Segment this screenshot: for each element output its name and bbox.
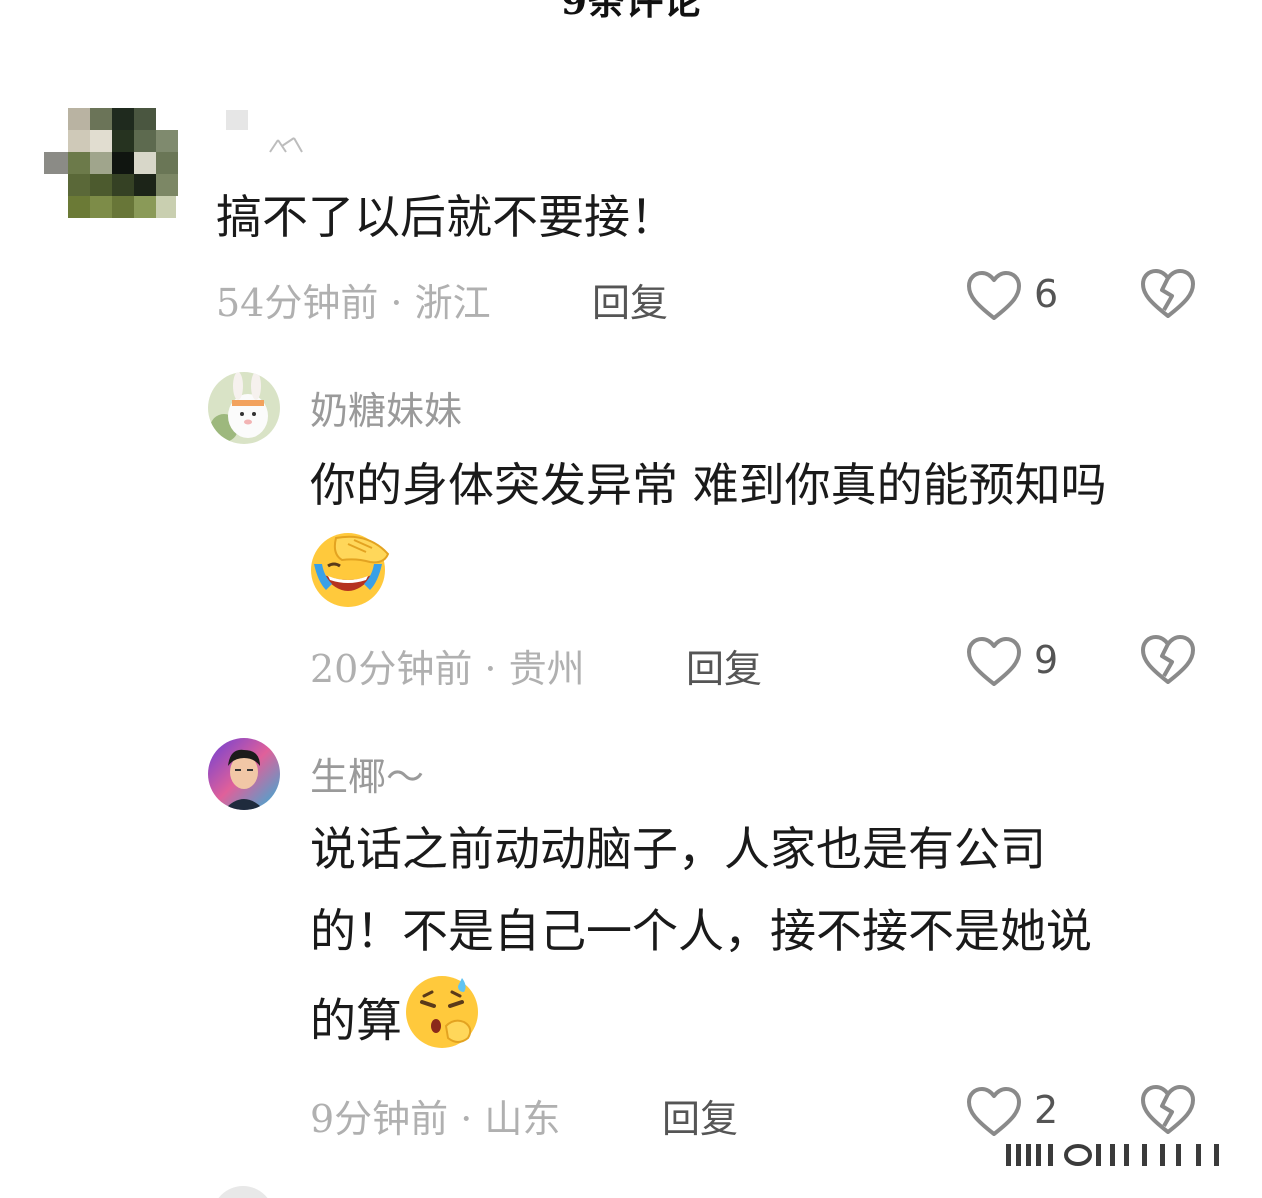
reply-button[interactable]: 回复 <box>686 638 762 693</box>
avatar[interactable] <box>208 738 280 810</box>
comment-1: 搞不了以后就不要接！ 54分钟前 · 浙江 回复 6 <box>0 100 1262 340</box>
avatar[interactable] <box>208 372 280 444</box>
comment-text-tail: 的算 <box>310 993 402 1048</box>
heart-icon <box>967 637 1021 686</box>
comment-text: 你的身体突发异常 难到你真的能预知吗 <box>310 458 1107 512</box>
reply-button[interactable]: 回复 <box>662 1088 738 1143</box>
watermark <box>1000 1138 1240 1172</box>
like-count: 9 <box>1034 638 1059 682</box>
comment-time-location: 20分钟前 · 贵州 <box>310 647 585 691</box>
comment-time-location: 54分钟前 · 浙江 <box>216 281 491 325</box>
dislike-button[interactable] <box>1140 634 1196 690</box>
comment-text-line-last: 的算 <box>310 972 1210 1077</box>
comment-time-location: 9分钟前 · 山东 <box>310 1097 561 1141</box>
next-comment-avatar-partial[interactable] <box>212 1186 274 1198</box>
like-button[interactable]: 9 <box>966 634 1066 690</box>
dislike-button[interactable] <box>1140 1084 1196 1140</box>
like-count: 2 <box>1034 1088 1059 1132</box>
heart-icon <box>967 271 1021 320</box>
thinking-sweat-emoji <box>402 972 486 1077</box>
comments-header-title: 9条评论 <box>560 0 702 23</box>
comment-3: 生椰～ 说话之前动动脑子，人家也是有公司 的！不是自己一个人，接不接不是她说 的… <box>0 736 1262 1156</box>
reply-button[interactable]: 回复 <box>592 272 668 327</box>
comment-text-line: 的！不是自己一个人，接不接不是她说 <box>310 904 1092 958</box>
comment-text-line: 说话之前动动脑子，人家也是有公司 <box>310 822 1046 876</box>
username-redacted <box>226 110 306 158</box>
avatar[interactable] <box>44 108 180 222</box>
broken-heart-icon <box>1141 635 1195 684</box>
username[interactable]: 奶糖妹妹 <box>310 380 462 435</box>
like-button[interactable]: 6 <box>966 268 1066 324</box>
comment-2: 奶糖妹妹 你的身体突发异常 难到你真的能预知吗 20分钟前 · 贵州 回复 9 <box>0 370 1262 700</box>
comment-text: 说话之前动动脑子，人家也是有公司 的！不是自己一个人，接不接不是她说 的算 <box>310 808 1210 1077</box>
broken-heart-icon <box>1141 1085 1195 1134</box>
heart-icon <box>967 1087 1021 1136</box>
username[interactable]: 生椰～ <box>310 746 424 801</box>
like-count: 6 <box>1034 272 1059 316</box>
facepalm-laughing-emoji <box>308 530 392 610</box>
like-button[interactable]: 2 <box>966 1084 1066 1140</box>
broken-heart-icon <box>1141 269 1195 318</box>
dislike-button[interactable] <box>1140 268 1196 324</box>
comment-text: 搞不了以后就不要接！ <box>216 190 676 244</box>
